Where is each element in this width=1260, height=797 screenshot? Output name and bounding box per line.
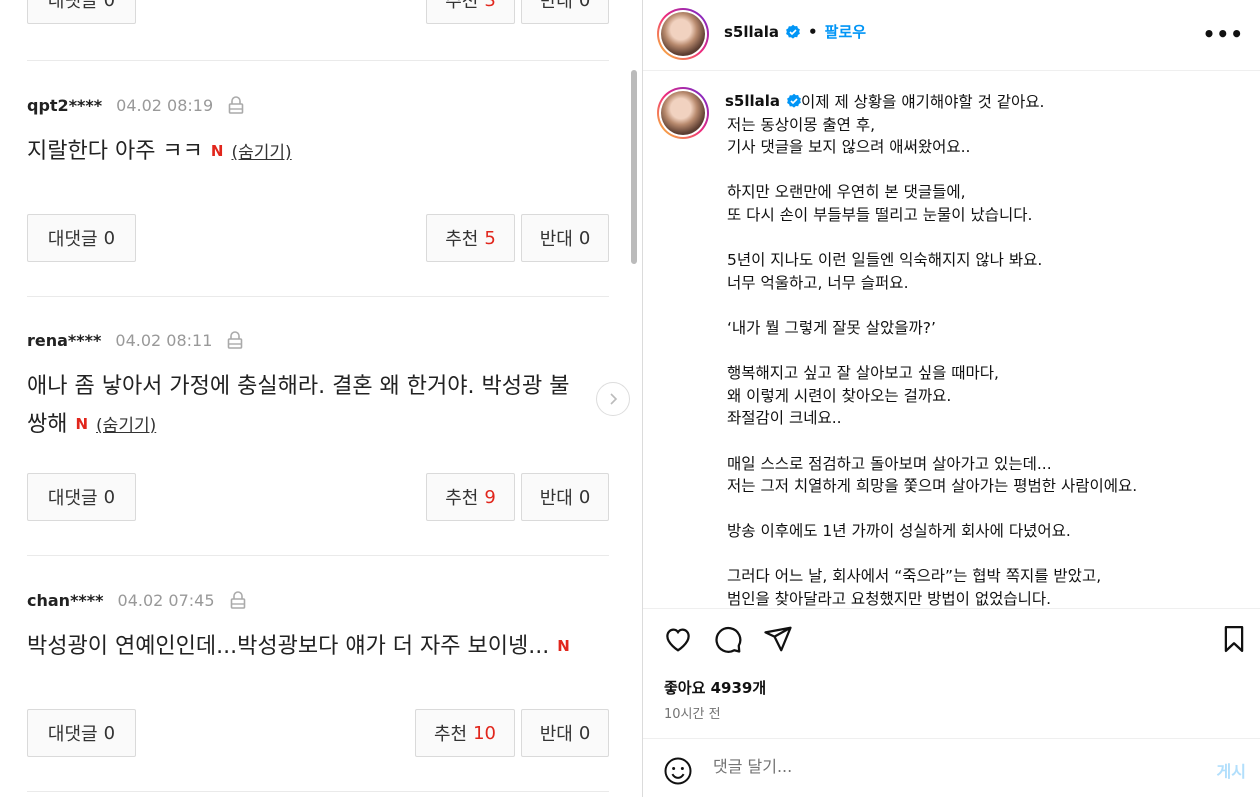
- comment-meta: rena**** 04.02 08:11: [27, 329, 244, 351]
- reply-count: 0: [103, 486, 116, 508]
- comment-meta: chan**** 04.02 07:45: [27, 589, 247, 611]
- comment-username: qpt2****: [27, 95, 103, 115]
- verified-badge-icon: [786, 93, 802, 109]
- comment-date: 04.02 07:45: [117, 590, 215, 610]
- post-comment-button[interactable]: 게시: [1217, 758, 1246, 782]
- oppose-button[interactable]: 반대 0: [521, 473, 609, 521]
- comment-body: 지랄한다 아주 ㅋㅋ: [27, 139, 203, 164]
- more-options-icon[interactable]: •••: [1203, 22, 1244, 46]
- instagram-post-panel: s5llala • 팔로우 ••• 이제 제 상황을 얘기해야할 것 같아요. …: [642, 0, 1260, 797]
- oppose-label: 반대: [539, 488, 573, 509]
- recommend-button[interactable]: 추천 10: [415, 709, 515, 757]
- reply-label: 대댓글: [47, 0, 98, 12]
- caption-user: s5llala: [725, 92, 802, 110]
- recommend-button[interactable]: 추천 3: [426, 0, 515, 24]
- reply-label: 대댓글: [47, 488, 98, 509]
- post-username[interactable]: s5llala: [724, 23, 779, 41]
- reply-button[interactable]: 대댓글 0: [27, 709, 136, 757]
- divider: [27, 791, 609, 792]
- divider: [27, 296, 609, 297]
- reply-count: 0: [103, 0, 116, 11]
- recommend-count: 3: [484, 0, 496, 11]
- comment-body-line2: 쌍해: [27, 412, 68, 437]
- oppose-label: 반대: [539, 0, 573, 12]
- recommend-count: 9: [484, 486, 496, 508]
- caption-area: 이제 제 상황을 얘기해야할 것 같아요. 저는 동상이몽 출연 후, 기사 댓…: [643, 71, 1260, 608]
- caption-body: 이제 제 상황을 얘기해야할 것 같아요. 저는 동상이몽 출연 후, 기사 댓…: [727, 93, 1138, 608]
- separator-dot: •: [808, 22, 818, 41]
- new-badge: N: [557, 637, 570, 655]
- heart-icon[interactable]: [663, 624, 693, 658]
- hide-link[interactable]: (숨기기): [231, 143, 291, 163]
- oppose-button[interactable]: 반대 0: [521, 214, 609, 262]
- divider: [643, 738, 1260, 739]
- comment-meta: qpt2**** 04.02 08:19: [27, 94, 245, 116]
- reply-button[interactable]: 대댓글 0: [27, 214, 136, 262]
- new-badge: N: [75, 415, 89, 433]
- avatar[interactable]: [657, 87, 709, 139]
- divider: [27, 555, 609, 556]
- recommend-label: 추천: [445, 229, 479, 250]
- avatar[interactable]: [657, 8, 709, 60]
- divider: [643, 608, 1260, 609]
- share-icon[interactable]: [763, 624, 793, 658]
- recommend-count: 5: [484, 227, 496, 249]
- comment-input[interactable]: [713, 757, 1163, 776]
- comment-body-line1: 애나 좀 낳아서 가정에 충실해라. 결혼 왜 한거야. 박성광 불: [27, 374, 570, 399]
- news-comments-panel: 대댓글 0 추천 3 반대 0 qpt2**** 04.02 08:19 지랄한…: [0, 0, 642, 797]
- oppose-count: 0: [578, 722, 591, 744]
- follow-button[interactable]: 팔로우: [825, 21, 866, 42]
- recommend-label: 추천: [445, 0, 479, 12]
- oppose-label: 반대: [539, 229, 573, 250]
- caption-username[interactable]: s5llala: [725, 92, 780, 110]
- oppose-count: 0: [578, 0, 591, 11]
- recommend-label: 추천: [445, 488, 479, 509]
- recommend-button[interactable]: 추천 5: [426, 214, 515, 262]
- reply-count: 0: [103, 227, 116, 249]
- reply-label: 대댓글: [47, 229, 98, 250]
- reply-label: 대댓글: [47, 724, 98, 745]
- chevron-right-icon[interactable]: [596, 382, 630, 416]
- lock-icon[interactable]: [229, 590, 247, 610]
- emoji-icon[interactable]: [663, 756, 693, 790]
- recommend-count: 10: [473, 722, 497, 744]
- divider: [27, 60, 609, 61]
- bookmark-icon[interactable]: [1219, 624, 1249, 658]
- oppose-button[interactable]: 반대 0: [521, 0, 609, 24]
- oppose-label: 반대: [539, 724, 573, 745]
- comment-text: 애나 좀 낳아서 가정에 충실해라. 결혼 왜 한거야. 박성광 불: [27, 369, 569, 405]
- caption-text: 이제 제 상황을 얘기해야할 것 같아요. 저는 동상이몽 출연 후, 기사 댓…: [727, 91, 1257, 608]
- lock-icon[interactable]: [227, 95, 245, 115]
- comment-date: 04.02 08:11: [115, 330, 213, 350]
- comment-date: 04.02 08:19: [116, 95, 214, 115]
- oppose-button[interactable]: 반대 0: [521, 709, 609, 757]
- reply-count: 0: [103, 722, 116, 744]
- oppose-count: 0: [578, 486, 591, 508]
- comment-username: chan****: [27, 590, 104, 610]
- oppose-count: 0: [578, 227, 591, 249]
- reply-button[interactable]: 대댓글 0: [27, 473, 136, 521]
- scrollbar[interactable]: [631, 70, 637, 264]
- comment-icon[interactable]: [713, 624, 743, 658]
- recommend-label: 추천: [433, 724, 468, 745]
- post-header: s5llala • 팔로우: [724, 21, 866, 42]
- recommend-button[interactable]: 추천 9: [426, 473, 515, 521]
- comment-body: 박성광이 연예인인데...박성광보다 얘가 더 자주 보이넹...: [27, 634, 550, 659]
- comment-text-line2: 쌍해 N (숨기기): [27, 406, 156, 444]
- comment-username: rena****: [27, 330, 102, 350]
- lock-icon[interactable]: [226, 330, 244, 350]
- new-badge: N: [210, 142, 224, 160]
- reply-button[interactable]: 대댓글 0: [27, 0, 136, 24]
- post-time: 10시간 전: [664, 707, 721, 722]
- comment-text: 지랄한다 아주 ㅋㅋ N (숨기기): [27, 133, 292, 171]
- comment-text: 박성광이 연예인인데...박성광보다 얘가 더 자주 보이넹... N: [27, 628, 570, 665]
- verified-badge-icon: [785, 24, 801, 40]
- hide-link[interactable]: (숨기기): [96, 416, 156, 436]
- like-count[interactable]: 좋아요 4939개: [664, 677, 766, 698]
